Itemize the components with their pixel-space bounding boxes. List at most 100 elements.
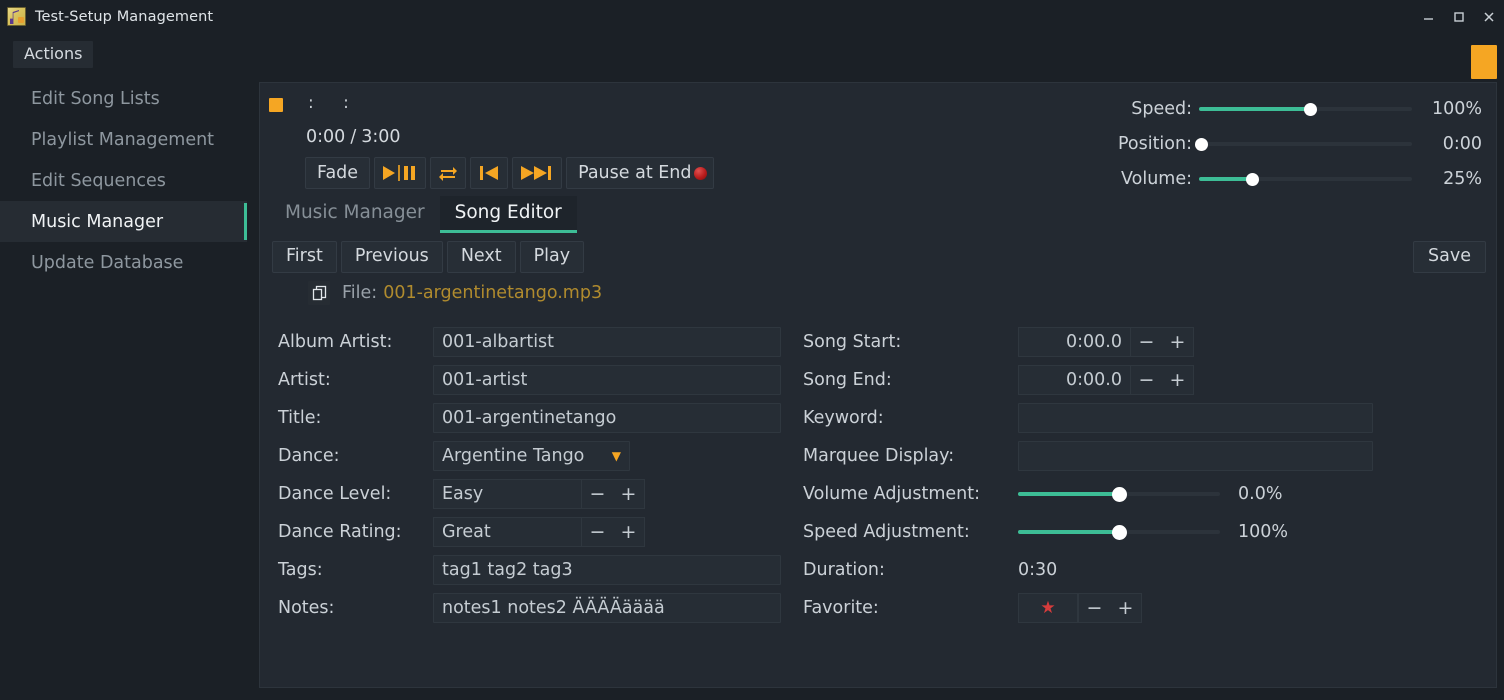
play-pause-icon[interactable] — [374, 157, 426, 189]
dance-row: Dance: Argentine Tango ▼ — [278, 437, 803, 475]
sidebar-item-label: Edit Song Lists — [31, 89, 160, 109]
repeat-icon[interactable] — [430, 157, 466, 189]
dance-level-value[interactable]: Easy — [433, 479, 581, 509]
dance-level-decrement-button[interactable]: − — [582, 485, 613, 504]
song-start-row: Song Start: 0:00.0 − + — [803, 323, 1423, 361]
slider-handle[interactable] — [1112, 487, 1127, 502]
speed-adjustment-slider[interactable] — [1018, 523, 1220, 541]
position-slider-label: Position: — [1092, 134, 1192, 154]
volume-slider[interactable] — [1199, 170, 1412, 188]
slider-handle[interactable] — [1195, 138, 1208, 151]
title-label: Title: — [278, 408, 433, 428]
menu-item-actions[interactable]: Actions — [13, 41, 93, 68]
fade-button[interactable]: Fade — [305, 157, 370, 189]
favorite-buttons: − + — [1078, 593, 1142, 623]
minimize-icon[interactable] — [1422, 10, 1436, 24]
album-artist-row: Album Artist: 001-albartist — [278, 323, 803, 361]
song-end-value[interactable]: 0:00.0 — [1018, 365, 1130, 395]
previous-track-icon[interactable] — [470, 157, 508, 189]
menu-bar: Actions — [0, 33, 1504, 78]
dance-level-buttons: − + — [581, 479, 645, 509]
tab-song-editor[interactable]: Song Editor — [440, 196, 577, 233]
speed-adjustment-value: 100% — [1238, 522, 1288, 542]
notes-row: Notes: notes1 notes2 ÄÄÄÄääää — [278, 589, 803, 627]
artist-label: Artist: — [278, 370, 433, 390]
sidebar-item-label: Playlist Management — [31, 130, 214, 150]
dance-dropdown[interactable]: Argentine Tango ▼ — [433, 441, 630, 471]
keyword-label: Keyword: — [803, 408, 1018, 428]
artist-row: Artist: 001-artist — [278, 361, 803, 399]
song-end-decrement-button[interactable]: − — [1131, 371, 1162, 390]
marquee-display-label: Marquee Display: — [803, 446, 1018, 466]
next-button[interactable]: Next — [447, 241, 516, 273]
pause-at-end-button[interactable]: Pause at End — [566, 157, 713, 189]
speed-slider[interactable] — [1199, 100, 1412, 118]
dance-rating-row: Dance Rating: Great − + — [278, 513, 803, 551]
dance-rating-buttons: − + — [581, 517, 645, 547]
slider-handle[interactable] — [1112, 525, 1127, 540]
file-row: File: 001-argentinetango.mp3 — [308, 281, 602, 305]
keyword-input[interactable] — [1018, 403, 1373, 433]
song-end-buttons: − + — [1130, 365, 1194, 395]
tags-row: Tags: tag1 tag2 tag3 — [278, 551, 803, 589]
volume-adjustment-row: Volume Adjustment: 0.0% — [803, 475, 1423, 513]
position-slider-value: 0:00 — [1420, 134, 1482, 154]
file-name: 001-argentinetango.mp3 — [383, 283, 602, 303]
slider-fill — [1199, 177, 1252, 181]
tags-input[interactable]: tag1 tag2 tag3 — [433, 555, 781, 585]
sidebar: Edit Song Lists Playlist Management Edit… — [0, 78, 247, 700]
position-slider[interactable] — [1199, 135, 1412, 153]
duration-label: Duration: — [803, 560, 1018, 580]
favorite-increment-button[interactable]: + — [1110, 599, 1141, 618]
favorite-label: Favorite: — [803, 598, 1018, 618]
song-end-row: Song End: 0:00.0 − + — [803, 361, 1423, 399]
song-start-decrement-button[interactable]: − — [1131, 333, 1162, 352]
song-start-label: Song Start: — [803, 332, 1018, 352]
window-controls — [1422, 0, 1496, 33]
song-end-increment-button[interactable]: + — [1162, 371, 1193, 390]
song-start-increment-button[interactable]: + — [1162, 333, 1193, 352]
volume-adjustment-slider[interactable] — [1018, 485, 1220, 503]
main-content-panel: : : 0:00/3:00 Fade — [259, 82, 1497, 688]
red-record-dot-icon — [694, 167, 707, 180]
transport-controls: Fade — [305, 157, 714, 189]
notes-input[interactable]: notes1 notes2 ÄÄÄÄääää — [433, 593, 781, 623]
speed-adjustment-label: Speed Adjustment: — [803, 522, 1018, 542]
artist-input[interactable]: 001-artist — [433, 365, 781, 395]
first-button[interactable]: First — [272, 241, 337, 273]
sidebar-item-playlist-management[interactable]: Playlist Management — [0, 119, 247, 160]
maximize-icon[interactable] — [1452, 10, 1466, 24]
stop-square-icon[interactable] — [269, 98, 283, 112]
dance-rating-decrement-button[interactable]: − — [582, 523, 613, 542]
copy-icon[interactable] — [308, 281, 330, 305]
sidebar-item-edit-song-lists[interactable]: Edit Song Lists — [0, 78, 247, 119]
song-start-value[interactable]: 0:00.0 — [1018, 327, 1130, 357]
title-input[interactable]: 001-argentinetango — [433, 403, 781, 433]
next-track-icon[interactable] — [512, 157, 562, 189]
sidebar-item-update-database[interactable]: Update Database — [0, 242, 247, 283]
dance-rating-value[interactable]: Great — [433, 517, 581, 547]
speed-slider-row: Speed: 100% — [1092, 91, 1482, 126]
marquee-display-input[interactable] — [1018, 441, 1373, 471]
favorite-star-icon[interactable]: ★ — [1018, 593, 1078, 623]
sidebar-item-edit-sequences[interactable]: Edit Sequences — [0, 160, 247, 201]
sidebar-item-label: Music Manager — [31, 212, 163, 232]
close-icon[interactable] — [1482, 10, 1496, 24]
previous-button[interactable]: Previous — [341, 241, 443, 273]
dance-level-increment-button[interactable]: + — [613, 485, 644, 504]
sidebar-item-music-manager[interactable]: Music Manager — [0, 201, 247, 242]
slider-handle[interactable] — [1246, 173, 1259, 186]
album-artist-input[interactable]: 001-albartist — [433, 327, 781, 357]
dance-rating-increment-button[interactable]: + — [613, 523, 644, 542]
marquee-display-row: Marquee Display: — [803, 437, 1423, 475]
tab-music-manager[interactable]: Music Manager — [270, 196, 440, 233]
accent-square-button[interactable] — [1471, 45, 1497, 79]
play-button[interactable]: Play — [520, 241, 585, 273]
favorite-decrement-button[interactable]: − — [1079, 599, 1110, 618]
dance-level-stepper: Easy − + — [433, 479, 645, 509]
slider-handle[interactable] — [1304, 103, 1317, 116]
sidebar-item-label: Update Database — [31, 253, 183, 273]
volume-slider-row: Volume: 25% — [1092, 161, 1482, 196]
save-button[interactable]: Save — [1413, 241, 1486, 273]
volume-slider-label: Volume: — [1092, 169, 1192, 189]
